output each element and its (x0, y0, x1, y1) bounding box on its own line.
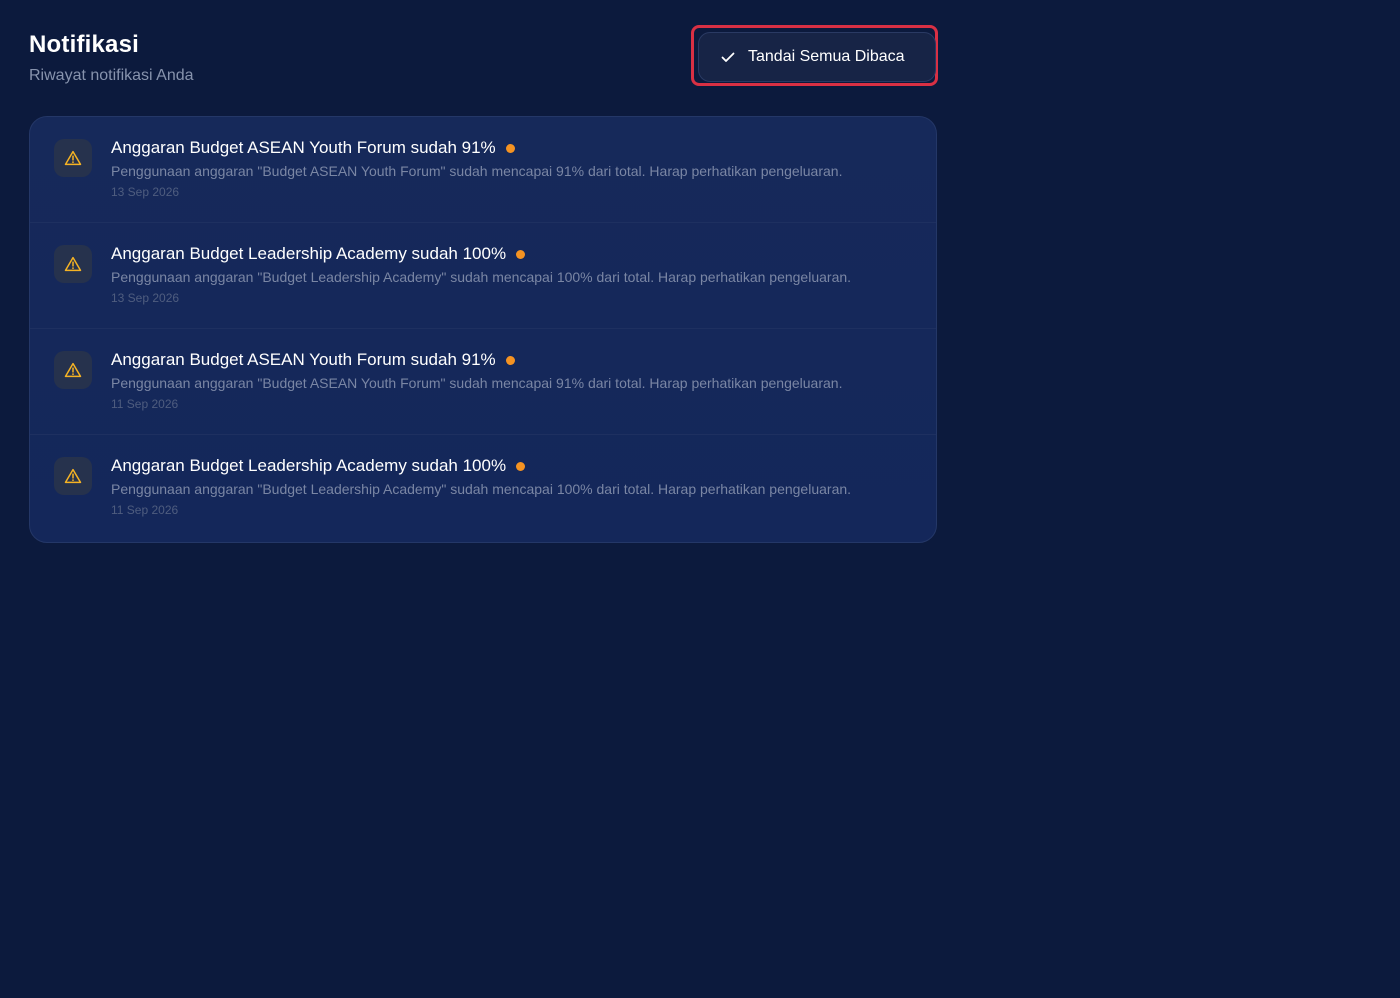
warning-icon (54, 351, 92, 389)
notification-body: Penggunaan anggaran "Budget ASEAN Youth … (111, 163, 843, 179)
notification-date: 13 Sep 2026 (111, 291, 180, 305)
notification-item[interactable]: Anggaran Budget Leadership Academy sudah… (30, 435, 936, 541)
notification-date: 11 Sep 2026 (111, 503, 179, 517)
notifications-page: Notifikasi Riwayat notifikasi Anda Tanda… (29, 0, 938, 543)
notification-body: Penggunaan anggaran "Budget Leadership A… (111, 481, 852, 497)
page-header: Notifikasi Riwayat notifikasi Anda Tanda… (29, 0, 938, 116)
notification-item[interactable]: Anggaran Budget ASEAN Youth Forum sudah … (30, 117, 936, 223)
notification-date: 13 Sep 2026 (111, 185, 180, 199)
check-icon (720, 49, 736, 65)
page-subtitle: Riwayat notifikasi Anda (29, 67, 194, 84)
unread-dot (505, 355, 515, 365)
warning-icon (54, 457, 92, 495)
warning-icon (54, 245, 92, 283)
notification-title: Anggaran Budget Leadership Academy sudah… (111, 456, 507, 475)
notification-title: Anggaran Budget ASEAN Youth Forum sudah … (111, 138, 496, 157)
unread-dot (516, 249, 526, 259)
warning-icon (54, 139, 92, 177)
notification-title: Anggaran Budget ASEAN Youth Forum sudah … (111, 350, 496, 369)
unread-dot (516, 461, 526, 471)
notification-list: Anggaran Budget ASEAN Youth Forum sudah … (29, 116, 937, 543)
mark-all-read-button[interactable]: Tandai Semua Dibaca (698, 32, 936, 82)
page-title: Notifikasi (29, 31, 140, 58)
unread-dot (505, 143, 515, 153)
notification-body: Penggunaan anggaran "Budget Leadership A… (111, 269, 852, 285)
notification-title: Anggaran Budget Leadership Academy sudah… (111, 244, 507, 263)
notification-date: 11 Sep 2026 (111, 397, 179, 411)
notification-body: Penggunaan anggaran "Budget ASEAN Youth … (111, 375, 843, 391)
mark-all-read-label: Tandai Semua Dibaca (748, 48, 905, 65)
notification-item[interactable]: Anggaran Budget ASEAN Youth Forum sudah … (30, 329, 936, 435)
notification-item[interactable]: Anggaran Budget Leadership Academy sudah… (30, 223, 936, 329)
